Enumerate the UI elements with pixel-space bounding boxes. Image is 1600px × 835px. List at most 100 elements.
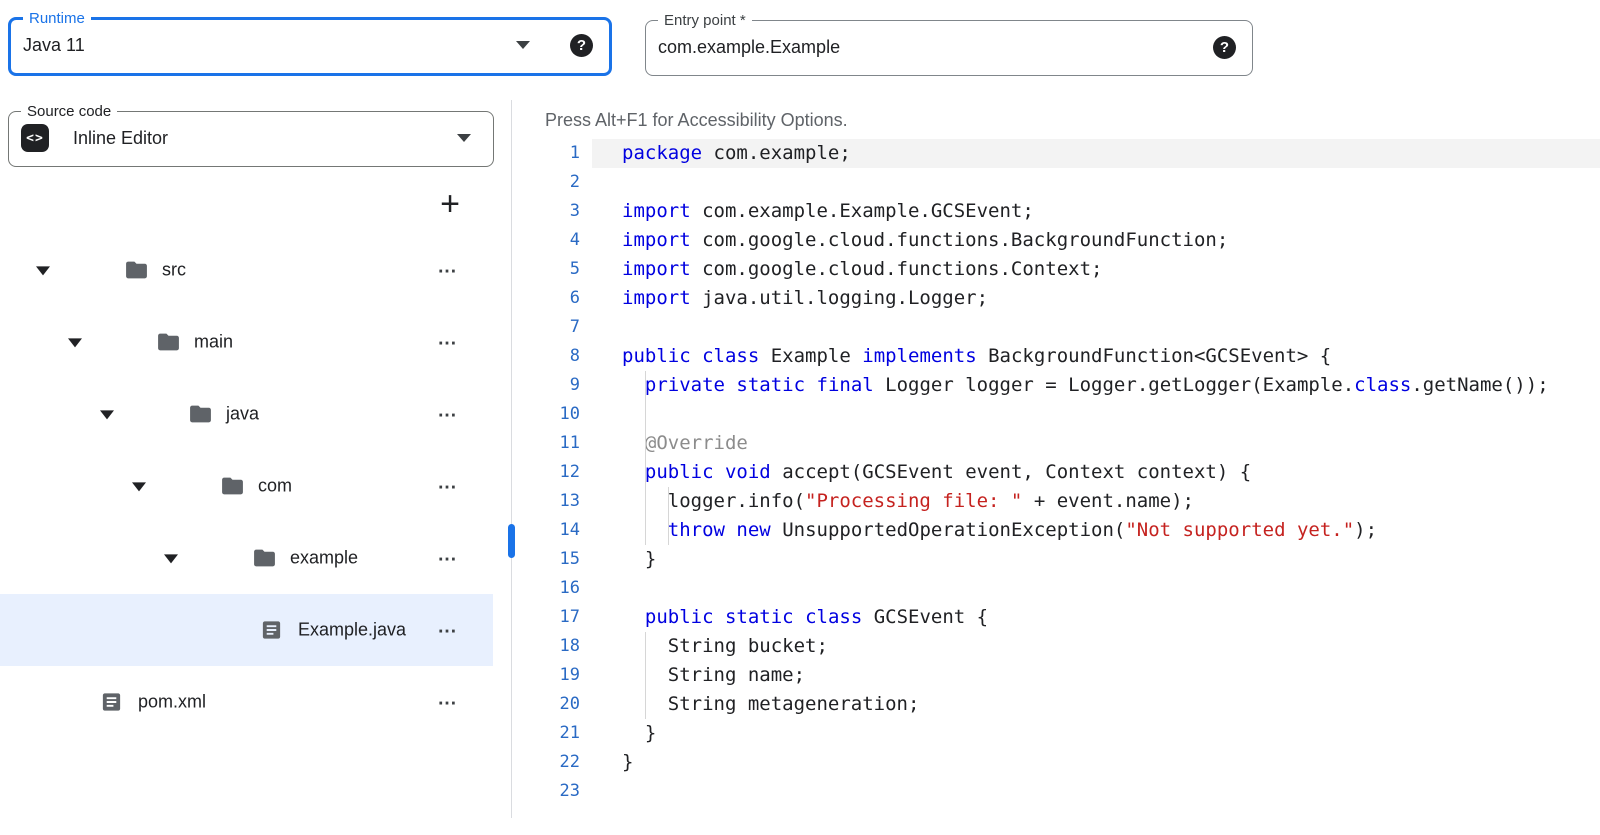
line-number: 10 (512, 400, 580, 429)
code-line[interactable]: 20 String metageneration; (512, 690, 1600, 719)
tree-row-src[interactable]: src... (0, 234, 493, 306)
line-number: 13 (512, 487, 580, 516)
more-options-button[interactable]: ... (438, 688, 457, 710)
code-icon: <> (21, 124, 49, 152)
code-line-content: import java.util.logging.Logger; (592, 284, 1600, 313)
code-line[interactable]: 10 (512, 400, 1600, 429)
line-number: 2 (512, 168, 580, 197)
code-line[interactable]: 16 (512, 574, 1600, 603)
runtime-label: Runtime (23, 10, 91, 27)
line-number: 22 (512, 748, 580, 777)
code-line[interactable]: 21 } (512, 719, 1600, 748)
line-number: 21 (512, 719, 580, 748)
line-number: 16 (512, 574, 580, 603)
line-number: 3 (512, 197, 580, 226)
tree-row-java[interactable]: java... (0, 378, 493, 450)
line-number: 12 (512, 458, 580, 487)
folder-icon (156, 330, 181, 355)
file-icon (260, 619, 283, 642)
source-code-selector[interactable]: Source code <> Inline Editor (8, 103, 494, 167)
more-options-button[interactable]: ... (438, 616, 457, 638)
code-line-content: import com.example.Example.GCSEvent; (592, 197, 1600, 226)
more-options-button[interactable]: ... (438, 400, 457, 422)
code-line-content (592, 574, 1600, 603)
code-line-content: String metageneration; (592, 690, 1600, 719)
line-number: 9 (512, 371, 580, 400)
code-line-content: } (592, 748, 1600, 777)
code-line[interactable]: 17 public static class GCSEvent { (512, 603, 1600, 632)
tree-row-main[interactable]: main... (0, 306, 493, 378)
tree-row-com[interactable]: com... (0, 450, 493, 522)
more-options-button[interactable]: ... (438, 472, 457, 494)
folder-icon (252, 546, 277, 571)
code-line-content (592, 777, 1600, 806)
tree-row-example-java[interactable]: Example.java... (0, 594, 493, 666)
tree-item-label: main (194, 332, 233, 353)
code-line[interactable]: 9 private static final Logger logger = L… (512, 371, 1600, 400)
code-line[interactable]: 15 } (512, 545, 1600, 574)
tree-item-label: src (162, 260, 186, 281)
line-number: 8 (512, 342, 580, 371)
code-line-content: import com.google.cloud.functions.Backgr… (592, 226, 1600, 255)
line-number: 1 (512, 139, 580, 168)
code-line-content: public static class GCSEvent { (592, 603, 1600, 632)
code-line[interactable]: 19 String name; (512, 661, 1600, 690)
code-line[interactable]: 3 import com.example.Example.GCSEvent; (512, 197, 1600, 226)
tree-item-label: com (258, 476, 292, 497)
code-line-content: private static final Logger logger = Log… (592, 371, 1600, 400)
code-line[interactable]: 18 String bucket; (512, 632, 1600, 661)
code-line[interactable]: 7 (512, 313, 1600, 342)
code-line[interactable]: 2 (512, 168, 1600, 197)
tree-row-pom-xml[interactable]: pom.xml... (0, 666, 493, 738)
chevron-down-icon[interactable] (36, 266, 50, 275)
code-line[interactable]: 4 import com.google.cloud.functions.Backg… (512, 226, 1600, 255)
code-line[interactable]: 5import com.google.cloud.functions.Conte… (512, 255, 1600, 284)
code-line-content: package com.example; (592, 139, 1600, 168)
dropdown-arrow-icon[interactable] (457, 134, 471, 142)
code-line[interactable]: 14 throw new UnsupportedOperationExcepti… (512, 516, 1600, 545)
code-editor[interactable]: Press Alt+F1 for Accessibility Options. … (512, 0, 1600, 835)
chevron-down-icon[interactable] (132, 482, 146, 491)
line-number: 19 (512, 661, 580, 690)
chevron-down-icon[interactable] (100, 410, 114, 419)
code-line[interactable]: 1 package com.example; (512, 139, 1600, 168)
line-number: 11 (512, 429, 580, 458)
accessibility-hint: Press Alt+F1 for Accessibility Options. (545, 110, 848, 131)
line-number: 20 (512, 690, 580, 719)
line-number: 4 (512, 226, 580, 255)
code-line[interactable]: 8public class Example implements Backgro… (512, 342, 1600, 371)
more-options-button[interactable]: ... (438, 544, 457, 566)
code-line-content: String bucket; (592, 632, 1600, 661)
code-line[interactable]: 23 (512, 777, 1600, 806)
folder-icon (220, 474, 245, 499)
code-line-content: public void accept(GCSEvent event, Conte… (592, 458, 1600, 487)
more-options-button[interactable]: ... (438, 256, 457, 278)
tree-row-example[interactable]: example... (0, 522, 493, 594)
code-lines: 1 package com.example; 23 import com.exampl… (512, 139, 1600, 806)
code-line-content: String name; (592, 661, 1600, 690)
file-icon (100, 691, 123, 714)
line-number: 6 (512, 284, 580, 313)
code-line-content: } (592, 545, 1600, 574)
tree-item-label: example (290, 548, 358, 569)
tree-item-label: java (226, 404, 259, 425)
line-number: 17 (512, 603, 580, 632)
code-line-content: throw new UnsupportedOperationException(… (592, 516, 1600, 545)
tree-item-label: pom.xml (138, 692, 206, 713)
folder-icon (124, 258, 149, 283)
chevron-down-icon[interactable] (68, 338, 82, 347)
more-options-button[interactable]: ... (438, 328, 457, 350)
code-line-content: } (592, 719, 1600, 748)
add-file-button[interactable]: + (434, 188, 466, 222)
code-line[interactable]: 13 logger.info("Processing file: " + eve… (512, 487, 1600, 516)
code-line[interactable]: 22} (512, 748, 1600, 777)
code-area[interactable]: 1 package com.example; 23 import com.exampl… (512, 139, 1600, 806)
code-line[interactable]: 12 public void accept(GCSEvent event, Co… (512, 458, 1600, 487)
line-number: 14 (512, 516, 580, 545)
code-line[interactable]: 11 @Override (512, 429, 1600, 458)
chevron-down-icon[interactable] (164, 554, 178, 563)
code-line[interactable]: 6 import java.util.logging.Logger; (512, 284, 1600, 313)
line-number: 18 (512, 632, 580, 661)
runtime-value: Java 11 (23, 35, 516, 56)
file-tree: src...main...java...com...example...Exam… (0, 234, 493, 738)
